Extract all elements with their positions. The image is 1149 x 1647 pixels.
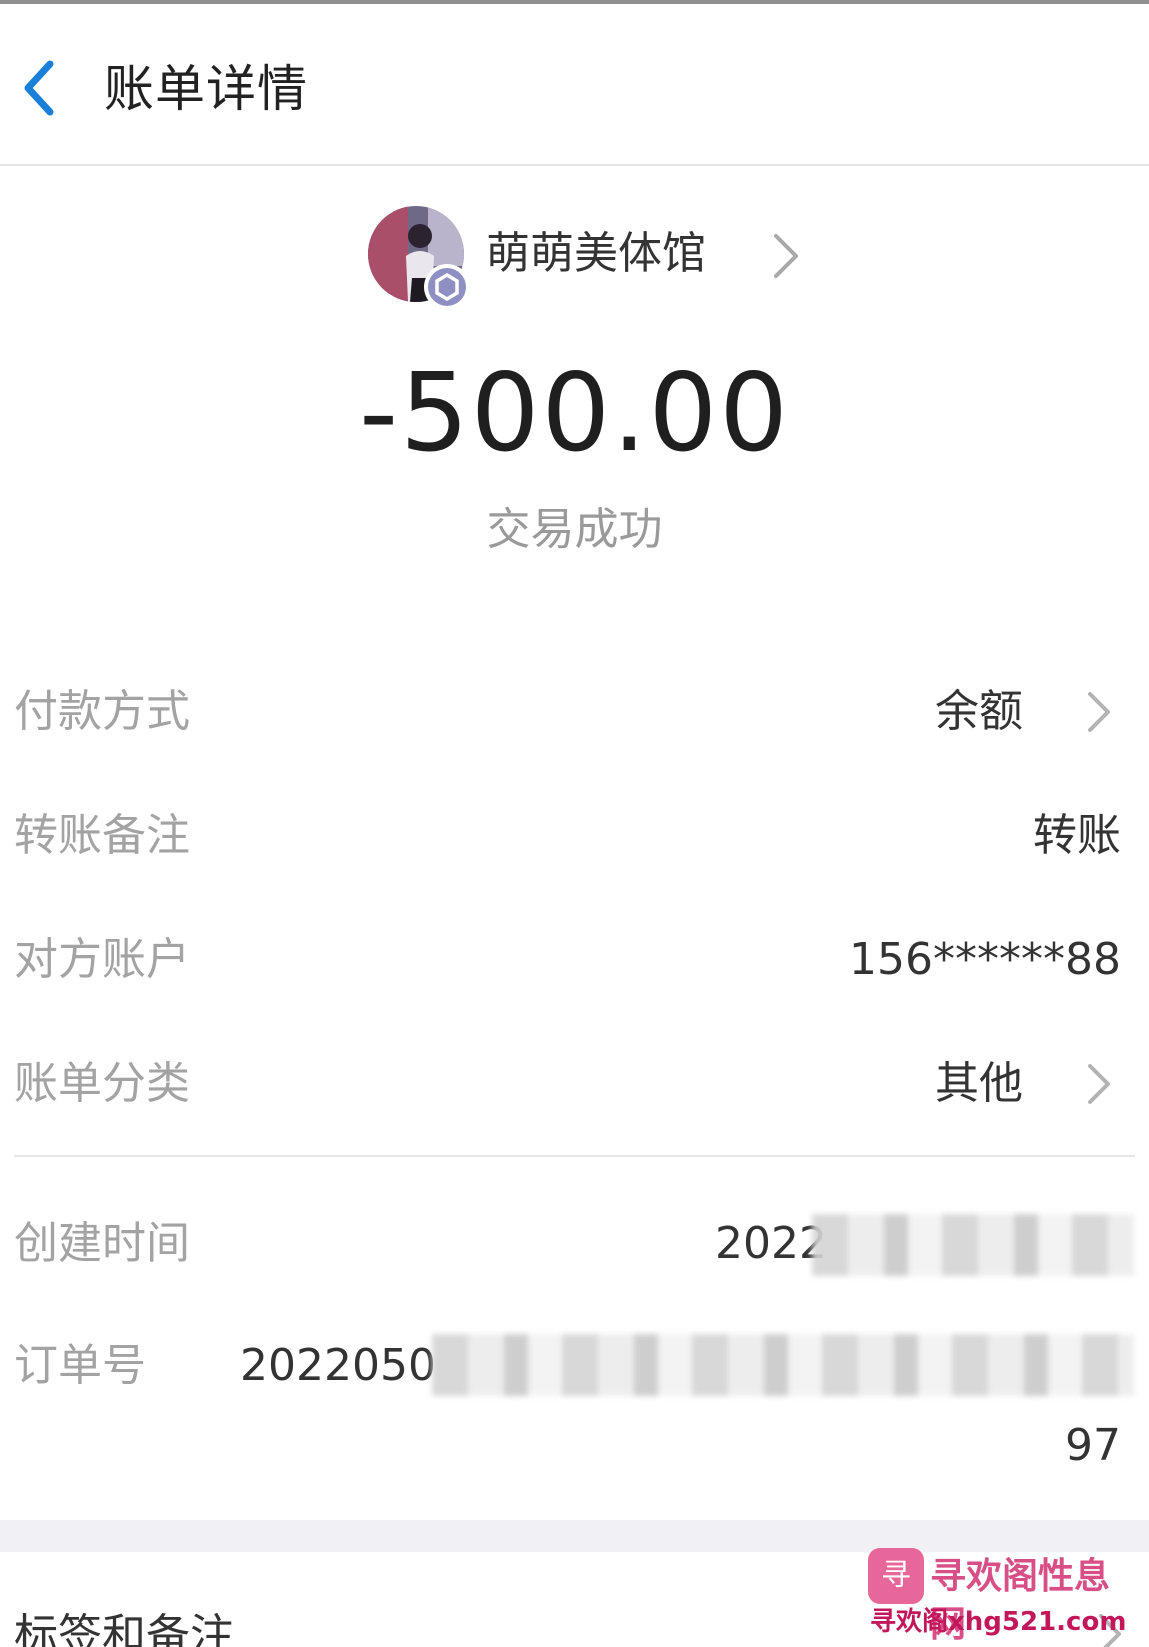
counterparty-account-label: 对方账户: [14, 934, 190, 985]
payee-row[interactable]: 萌萌美体馆: [0, 206, 1149, 310]
redacted-created-time: [812, 1214, 1134, 1276]
payment-method-label: 付款方式: [14, 686, 190, 737]
site-watermark: 寻 寻欢阁性息网 寻欢阁xhg521.com: [864, 1548, 1144, 1645]
transfer-note-row: 转账备注 转账: [0, 796, 1149, 876]
page-title: 账单详情: [104, 60, 308, 118]
watermark-url: 寻欢阁xhg521.com: [870, 1607, 1127, 1637]
counterparty-account-value: 156******88: [849, 934, 1121, 985]
payment-method-row[interactable]: 付款方式 余额: [0, 672, 1149, 752]
verified-hexagon-icon: [428, 268, 466, 306]
bill-category-row[interactable]: 账单分类 其他: [0, 1044, 1149, 1124]
transaction-amount: -500.00: [359, 351, 790, 476]
payee-name[interactable]: 萌萌美体馆: [486, 224, 706, 284]
tags-and-notes-label: 标签和备注: [14, 1610, 234, 1647]
chevron-right-icon[interactable]: [768, 228, 804, 284]
bill-category-value: 其他: [935, 1058, 1023, 1109]
order-number-label: 订单号: [14, 1340, 146, 1391]
order-number-value-start: 2022050: [240, 1340, 436, 1391]
chevron-right-icon: [1088, 692, 1110, 732]
order-number-value-end: 97: [1065, 1420, 1121, 1471]
verified-badge: [424, 264, 470, 310]
chevron-right-icon: [1088, 1064, 1110, 1104]
created-time-value: 2022: [715, 1218, 827, 1269]
payment-method-value: 余额: [935, 686, 1023, 737]
app-header: 账单详情: [0, 4, 1149, 166]
redacted-order-number: [432, 1334, 1134, 1396]
transaction-status: 交易成功: [486, 504, 663, 555]
counterparty-account-row: 对方账户 156******88: [0, 920, 1149, 1000]
transfer-note-value: 转账: [1033, 810, 1121, 861]
watermark-logo: 寻: [868, 1548, 924, 1604]
transfer-note-label: 转账备注: [14, 810, 190, 861]
bill-category-label: 账单分类: [14, 1058, 190, 1109]
chevron-left-icon: [24, 60, 54, 116]
back-button[interactable]: [8, 50, 72, 126]
created-time-label: 创建时间: [14, 1218, 190, 1269]
section-divider: [14, 1155, 1135, 1157]
